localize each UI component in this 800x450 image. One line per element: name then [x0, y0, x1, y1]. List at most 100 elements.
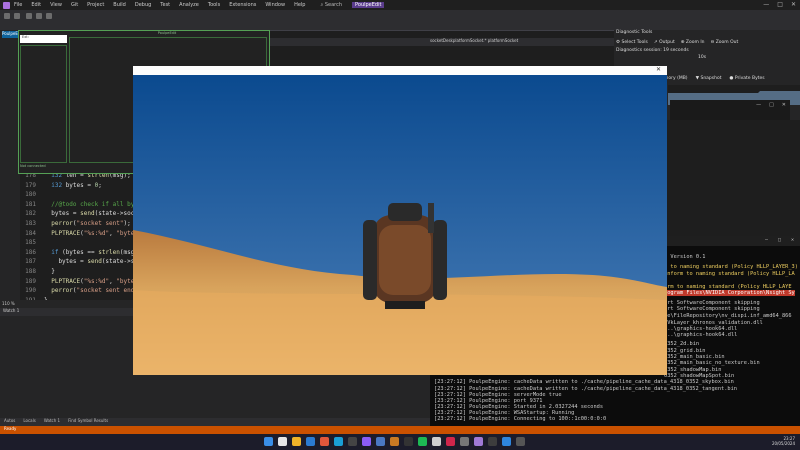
- edge-icon[interactable]: [306, 437, 315, 446]
- forward-icon[interactable]: [14, 13, 20, 19]
- spotify-icon[interactable]: [418, 437, 427, 446]
- snapshot-button[interactable]: ▼ Snapshot: [696, 76, 722, 81]
- console-line: e to naming standard (Policy HLLP_LAYER_…: [664, 264, 798, 270]
- code-line: 179 i32 bytes = 0;: [14, 182, 102, 189]
- line-number: 181: [25, 200, 36, 208]
- code-line: 190 perror("socket sent end"): [14, 287, 141, 295]
- zoom-in-label: Zoom In: [685, 40, 705, 45]
- line-number: 180: [25, 191, 36, 199]
- system-clock[interactable]: 23:27 20/05/2024: [765, 436, 795, 446]
- select-tools-button[interactable]: ⚙ Select Tools: [616, 40, 648, 45]
- app-icon[interactable]: [516, 437, 525, 446]
- console-minimize-icon[interactable]: —: [765, 237, 768, 243]
- secondary-window: — □ ✕: [670, 100, 790, 120]
- close-icon[interactable]: ✕: [791, 1, 796, 8]
- output-button[interactable]: ↗ Output: [654, 40, 675, 45]
- taskbar: [0, 434, 800, 450]
- visual-studio-icon[interactable]: [362, 437, 371, 446]
- sub-close-icon[interactable]: ✕: [782, 102, 786, 108]
- menu-git[interactable]: Git: [71, 2, 78, 8]
- app-icon[interactable]: [474, 437, 483, 446]
- app-icon[interactable]: [446, 437, 455, 446]
- zoom-in-button[interactable]: ⊕ Zoom In: [681, 40, 705, 45]
- console-line: ort SoftwareComponent skipping: [664, 306, 760, 312]
- search-box[interactable]: ⌕ Search: [320, 2, 342, 8]
- code-line: 188 }: [14, 268, 55, 275]
- minimize-icon[interactable]: —: [763, 1, 769, 8]
- tab-watch1[interactable]: Watch 1: [44, 418, 60, 426]
- menu-help[interactable]: Help: [294, 2, 305, 8]
- overlay-top-label: PoulpeEdit: [157, 31, 177, 35]
- line-number: 183: [25, 220, 36, 227]
- zoom-out-button[interactable]: ⊖ Zoom Out: [711, 40, 739, 45]
- line-number: 179: [25, 181, 36, 189]
- sub-maximize-icon[interactable]: □: [769, 102, 774, 108]
- overlay-status: Not connected: [20, 164, 46, 168]
- app-icon[interactable]: [390, 437, 399, 446]
- code-line: 182 bytes = send(state->socke: [14, 210, 141, 218]
- menu-analyze[interactable]: Analyze: [179, 2, 199, 8]
- console-maximize-icon[interactable]: □: [778, 237, 781, 243]
- code-line: 180: [14, 191, 44, 198]
- private-bytes-label: Private Bytes: [734, 76, 765, 81]
- line-number: 182: [25, 210, 36, 218]
- line-number: 185: [25, 239, 36, 247]
- tab-locals[interactable]: Locals: [23, 418, 35, 426]
- zoom-out-label: Zoom Out: [715, 40, 739, 45]
- code-text: }: [44, 268, 55, 275]
- menu-window[interactable]: Window: [265, 2, 285, 8]
- code-text: if (bytes == strlen(msg)): [51, 248, 142, 256]
- steam-icon[interactable]: [334, 437, 343, 446]
- terminal-icon[interactable]: [348, 437, 357, 446]
- left-tab[interactable]: PoulpeEdit: [2, 31, 23, 38]
- save-icon[interactable]: [26, 13, 32, 19]
- start-icon[interactable]: [264, 437, 273, 446]
- app-icon[interactable]: [432, 437, 441, 446]
- code-text: perror("socket sent");: [51, 220, 131, 227]
- code-text: PLPTRACE("%s:%d", "bytes: [51, 229, 138, 237]
- vs-menubar: File Edit View Git Project Build Debug T…: [0, 0, 800, 10]
- overlay-input[interactable]: Ext:: [20, 35, 67, 43]
- solution-name: PoulpeEdit: [352, 2, 385, 8]
- menu-file[interactable]: File: [14, 2, 22, 8]
- menu-debug[interactable]: Debug: [135, 2, 151, 8]
- bottom-tabs: Autos Locals Watch 1 Find Symbol Results: [0, 418, 434, 426]
- tab-autos[interactable]: Autos: [4, 418, 15, 426]
- menu-build[interactable]: Build: [113, 2, 126, 8]
- output-label: Output: [659, 40, 675, 45]
- menu-edit[interactable]: Edit: [31, 2, 41, 8]
- menu-project[interactable]: Project: [87, 2, 104, 8]
- menu-test[interactable]: Test: [160, 2, 170, 8]
- file-explorer-icon[interactable]: [292, 437, 301, 446]
- clock-date: 20/05/2024: [771, 441, 795, 446]
- firefox-icon[interactable]: [320, 437, 329, 446]
- zoom-level[interactable]: 110 %: [2, 301, 15, 306]
- line-number: 188: [25, 268, 36, 275]
- app-icon[interactable]: [502, 437, 511, 446]
- code-text: perror("socket sent end"): [51, 287, 141, 295]
- undo-icon[interactable]: [36, 13, 42, 19]
- editor-tab-label: socketDeskplatformSocket.* platformSocke…: [430, 38, 519, 43]
- search-icon[interactable]: [278, 437, 287, 446]
- overlay-left-panel: [20, 45, 67, 163]
- menu-tools[interactable]: Tools: [208, 2, 220, 8]
- menu-extensions[interactable]: Extensions: [229, 2, 256, 8]
- app-icon[interactable]: [404, 437, 413, 446]
- menu-view[interactable]: View: [50, 2, 62, 8]
- game-viewport[interactable]: [133, 75, 667, 375]
- maximize-icon[interactable]: □: [777, 1, 783, 8]
- diag-tick: 10s: [698, 55, 707, 60]
- console-line: rogram Files\NVIDIA Corporation\Nsight S…: [664, 290, 795, 296]
- visual-studio-logo-icon: [3, 1, 10, 9]
- game-close-icon[interactable]: ✕: [656, 66, 661, 73]
- app-icon[interactable]: [376, 437, 385, 446]
- redo-icon[interactable]: [46, 13, 52, 19]
- back-icon[interactable]: [4, 13, 10, 19]
- app-icon[interactable]: [460, 437, 469, 446]
- sub-minimize-icon[interactable]: —: [756, 102, 761, 108]
- search-label: Search: [324, 2, 343, 8]
- app-icon[interactable]: [488, 437, 497, 446]
- tab-find-symbol-results[interactable]: Find Symbol Results: [68, 418, 108, 426]
- game-titlebar: [133, 66, 667, 75]
- console-close-icon[interactable]: ✕: [791, 237, 794, 243]
